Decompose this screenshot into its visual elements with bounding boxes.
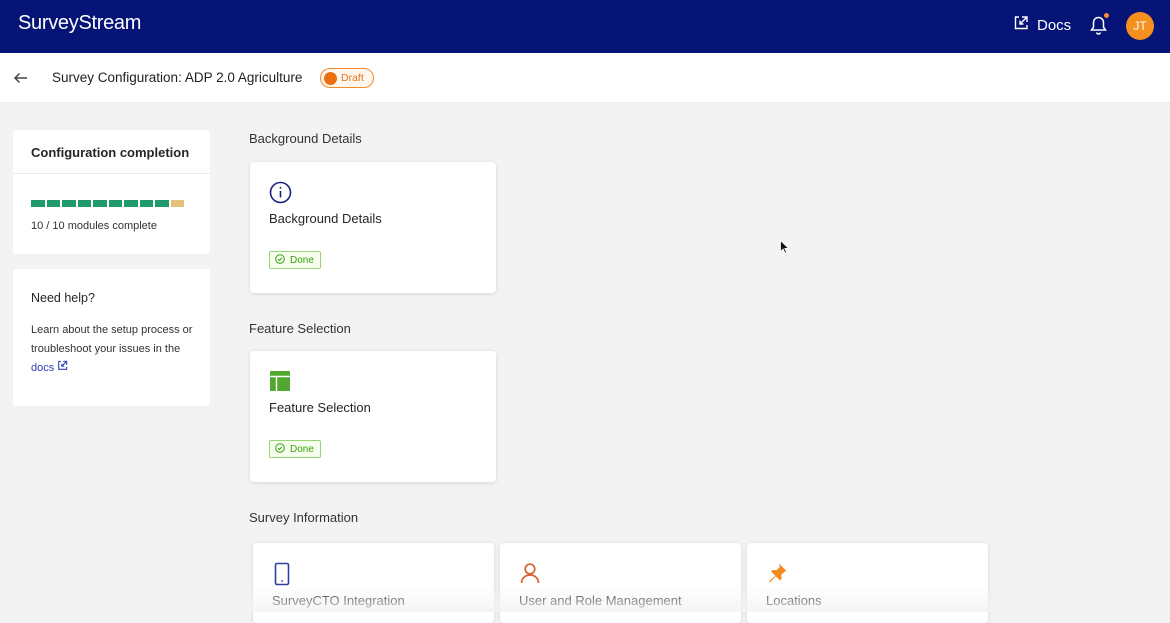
help-title: Need help? [31, 291, 95, 305]
back-arrow-icon[interactable] [12, 69, 30, 92]
section-heading-background-details: Background Details [249, 131, 362, 146]
configuration-completion-panel: Configuration completion 10 / 10 modules… [13, 130, 210, 254]
status-dot-icon [324, 71, 337, 85]
user-icon [519, 562, 541, 589]
module-card-title: Feature Selection [269, 400, 371, 415]
page-title: Survey Configuration: ADP 2.0 Agricultur… [52, 70, 303, 85]
progress-segment [170, 200, 184, 207]
module-card-title: Background Details [269, 211, 382, 226]
module-card-title: User and Role Management [519, 593, 682, 608]
status-badge-label: Draft [341, 72, 364, 84]
status-badge-label: Done [290, 443, 314, 455]
module-card-title: SurveyCTO Integration [272, 593, 405, 608]
progress-segment [139, 200, 153, 207]
check-circle-icon [275, 253, 285, 267]
module-card-feature-selection[interactable]: Feature Selection Done [250, 351, 496, 482]
bell-icon [1089, 16, 1108, 40]
need-help-panel: Need help? Learn about the setup process… [13, 269, 210, 406]
module-card-user-role-management[interactable]: User and Role Management [500, 543, 741, 623]
completion-progress-bar [31, 200, 184, 207]
modules-complete-text: 10 / 10 modules complete [31, 220, 157, 232]
section-heading-survey-information: Survey Information [249, 510, 359, 525]
progress-segment [155, 200, 169, 207]
progress-segment [124, 200, 138, 207]
docs-link[interactable]: Docs [1013, 15, 1071, 35]
status-badge[interactable]: Draft [320, 68, 374, 88]
notification-dot [1103, 12, 1110, 19]
help-docs-link[interactable]: docs [31, 359, 68, 378]
status-badge: Done [269, 440, 321, 458]
progress-segment [31, 200, 45, 207]
mobile-icon [272, 562, 292, 591]
external-link-icon [1013, 15, 1029, 35]
pushpin-icon [766, 562, 788, 589]
info-circle-icon [269, 181, 292, 209]
docs-label: Docs [1037, 16, 1072, 34]
module-card-locations[interactable]: Locations [747, 543, 988, 623]
progress-segment [108, 200, 122, 207]
check-circle-icon [275, 442, 285, 456]
progress-segment [77, 200, 91, 207]
help-description: Learn about the setup process or trouble… [31, 324, 193, 355]
top-navbar: SurveyStream Docs JT [0, 0, 1170, 53]
completion-title: Configuration completion [13, 130, 210, 174]
help-docs-label: docs [31, 362, 55, 374]
mouse-cursor-icon [780, 239, 790, 259]
help-text: Learn about the setup process or trouble… [31, 321, 206, 378]
module-card-title: Locations [766, 593, 822, 608]
external-link-icon [57, 359, 68, 378]
layout-icon [269, 370, 291, 397]
progress-segment [93, 200, 107, 207]
status-badge: Done [269, 251, 321, 269]
status-badge-label: Done [290, 254, 314, 266]
section-heading-feature-selection: Feature Selection [249, 321, 351, 336]
module-card-background-details[interactable]: Background Details Done [250, 162, 496, 293]
page-header: Survey Configuration: ADP 2.0 Agricultur… [0, 53, 1170, 103]
module-card-surveycto-integration[interactable]: SurveyCTO Integration [253, 543, 494, 623]
notifications-bell[interactable] [1089, 12, 1110, 41]
brand-logo[interactable]: SurveyStream [18, 12, 141, 35]
avatar[interactable]: JT [1126, 12, 1154, 40]
progress-segment [46, 200, 60, 207]
progress-segment [62, 200, 76, 207]
